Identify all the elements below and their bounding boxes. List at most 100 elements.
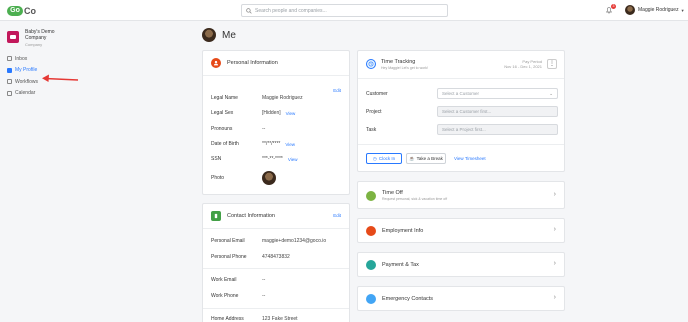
clock-icon: [366, 59, 376, 69]
field-label: Work Phone: [211, 293, 239, 299]
field-label: Personal Email: [211, 238, 245, 244]
field-value: 4748473832: [262, 254, 290, 260]
divider: [358, 144, 564, 145]
card-title: Contact Information: [227, 213, 275, 219]
field-value: ***-**-****: [262, 156, 283, 162]
phone-icon: [211, 211, 221, 221]
chevron-down-icon: ⌄: [549, 91, 553, 96]
field-value: --: [262, 277, 266, 283]
task-label: Task: [366, 126, 377, 133]
customer-placeholder: Select a Customer: [442, 91, 480, 96]
edit-link[interactable]: Edit: [333, 88, 341, 93]
field-value: maggie+demo1234@goco.io: [262, 238, 327, 244]
search-box[interactable]: [241, 4, 448, 17]
coffee-icon: ☕: [409, 155, 415, 161]
time-off-card[interactable]: Time Off Request personal, sick & vacati…: [357, 181, 565, 209]
field-label: Legal Sex: [211, 110, 234, 116]
field-work-phone: Work Phone --: [211, 293, 265, 299]
chevron-right-icon: ›: [553, 294, 556, 301]
employment-info-card[interactable]: Employment Info ›: [357, 218, 565, 243]
user-menu[interactable]: Maggie Rodriguez ▼: [625, 5, 685, 15]
project-row: Project Select a Customer first...: [366, 106, 558, 117]
payment-tax-card[interactable]: Payment & Tax ›: [357, 252, 565, 277]
card-title: Time Tracking: [381, 59, 416, 65]
chevron-right-icon: ›: [553, 191, 556, 198]
take-break-button[interactable]: ☕ Take a Break: [406, 153, 446, 164]
field-legal-name: Legal Name Maggie Rodriguez: [211, 95, 303, 101]
company-type: Company: [25, 42, 43, 47]
person-icon: [211, 58, 221, 68]
button-label: Take a Break: [416, 156, 443, 161]
field-label: Photo: [211, 175, 225, 181]
chevron-right-icon: ›: [553, 260, 556, 267]
sidebar-item-label: Calendar: [15, 90, 36, 97]
logo-mark: Go: [7, 5, 23, 16]
field-label: Date of Birth: [211, 141, 239, 147]
chevron-right-icon: ›: [553, 226, 556, 233]
divider: [358, 78, 564, 79]
view-timesheet-link[interactable]: View Timesheet: [454, 156, 486, 161]
inbox-icon: [7, 56, 12, 62]
card-title: Emergency Contacts: [382, 296, 434, 302]
payment-icon: [366, 260, 376, 270]
company-switcher[interactable]: Baby's Demo Company Company: [7, 29, 61, 47]
task-placeholder: Select a Project first...: [442, 127, 486, 132]
personal-info-card: Personal Information Edit Legal Name Mag…: [202, 50, 350, 195]
field-value: Maggie Rodriguez: [262, 95, 303, 101]
more-options-icon[interactable]: ⋮: [547, 59, 557, 69]
sidebar-item-label: Workflows: [15, 78, 38, 85]
profile-icon: [7, 67, 12, 73]
field-label: Home Address: [211, 316, 244, 322]
clock-icon: ◷: [372, 155, 377, 161]
divider: [203, 308, 349, 309]
field-value: 123 Fake Street: [262, 316, 298, 322]
edit-link[interactable]: Edit: [333, 213, 341, 218]
field-personal-phone: Personal Phone 4748473832: [211, 254, 290, 260]
sidebar-item-workflows[interactable]: Workflows: [7, 76, 38, 88]
workflows-icon: [7, 79, 12, 85]
avatar: [202, 28, 216, 42]
card-subtitle: Hey Maggie! Let's get to work!: [381, 66, 428, 70]
customer-select[interactable]: Select a Customer ⌄: [437, 88, 558, 99]
field-value: --: [262, 126, 266, 132]
user-name: Maggie Rodriguez: [638, 7, 679, 13]
task-select[interactable]: Select a Project first...: [437, 124, 558, 135]
employment-icon: [366, 226, 376, 236]
customer-row: Customer Select a Customer ⌄: [366, 88, 558, 99]
top-bar: Go Co 3 Maggie Rodriguez ▼: [0, 0, 688, 21]
card-title: Employment Info: [382, 228, 424, 234]
annotation-arrow-icon: [42, 74, 79, 82]
card-header: Personal Information: [203, 51, 349, 76]
sidebar-item-inbox[interactable]: Inbox: [7, 53, 38, 65]
page-header: Me: [202, 28, 236, 42]
time-tracking-card: Time Tracking Hey Maggie! Let's get to w…: [357, 50, 565, 172]
goco-logo[interactable]: Go Co: [7, 5, 36, 16]
search-input[interactable]: [255, 7, 435, 14]
field-label: Legal Name: [211, 95, 238, 101]
sidebar-item-label: Inbox: [15, 55, 28, 62]
field-work-email: Work Email --: [211, 277, 265, 283]
divider: [203, 268, 349, 269]
sidebar-item-calendar[interactable]: Calendar: [7, 88, 38, 100]
pay-period: Pay Period Nov 16 - Dec 1, 2021: [504, 59, 542, 69]
card-subtitle: Request personal, sick & vacation time o…: [382, 197, 448, 201]
field-label: Work Email: [211, 277, 237, 283]
avatar: [625, 5, 635, 15]
clock-in-button[interactable]: ◷ Clock In: [366, 153, 402, 164]
project-placeholder: Select a Customer first...: [442, 109, 492, 114]
sidebar-item-label: My Profile: [15, 67, 38, 74]
company-name: Baby's Demo Company: [25, 29, 55, 41]
pay-period-value: Nov 16 - Dec 1, 2021: [504, 64, 542, 69]
view-link[interactable]: View: [285, 142, 295, 147]
field-legal-sex: Legal Sex [Hidden] View: [211, 110, 295, 116]
view-link[interactable]: View: [288, 157, 298, 162]
project-select[interactable]: Select a Customer first...: [437, 106, 558, 117]
card-header: Contact Information Edit: [203, 204, 349, 229]
project-label: Project: [366, 108, 382, 115]
field-label: SSN: [211, 156, 222, 162]
search-icon: [246, 7, 252, 14]
view-link[interactable]: View: [286, 111, 296, 116]
sidebar-item-my-profile[interactable]: My Profile: [7, 65, 38, 77]
emergency-contacts-card[interactable]: Emergency Contacts ›: [357, 286, 565, 311]
button-label: Clock In: [378, 156, 396, 161]
